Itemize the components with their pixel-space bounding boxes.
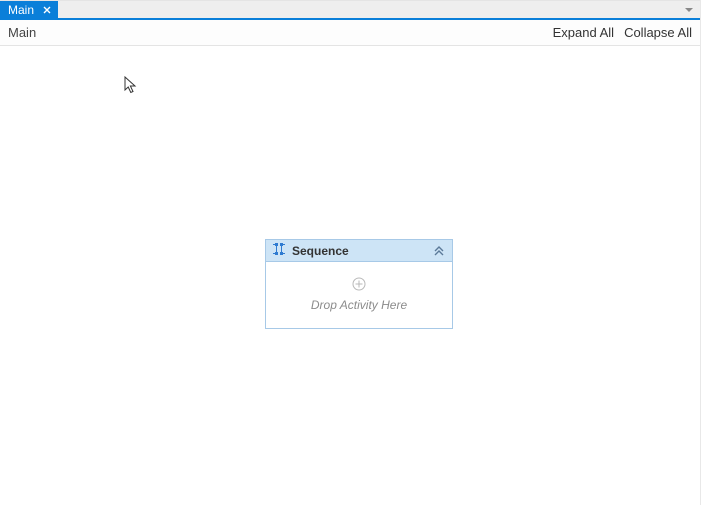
sequence-icon [272, 242, 286, 259]
tabstrip-menu-button[interactable] [682, 3, 696, 17]
designer-canvas[interactable]: Sequence Drop Activity Here [0, 46, 700, 505]
close-icon[interactable] [40, 3, 54, 17]
breadcrumb-root[interactable]: Main [8, 25, 36, 40]
collapse-all-button[interactable]: Collapse All [624, 25, 692, 40]
expand-all-button[interactable]: Expand All [553, 25, 614, 40]
plus-circle-icon[interactable] [351, 276, 367, 292]
sequence-activity-body[interactable]: Drop Activity Here [266, 262, 452, 328]
workflow-designer-window: Main Main Expand All Collapse All [0, 0, 701, 505]
sequence-activity-title: Sequence [292, 244, 426, 258]
sequence-activity[interactable]: Sequence Drop Activity Here [265, 239, 453, 329]
document-tabstrip: Main [0, 0, 700, 20]
tab-main[interactable]: Main [0, 1, 58, 18]
sequence-activity-header[interactable]: Sequence [266, 240, 452, 262]
tab-label: Main [8, 3, 34, 17]
breadcrumb-bar: Main Expand All Collapse All [0, 20, 700, 46]
chevron-up-double-icon[interactable] [432, 244, 446, 258]
mouse-cursor-icon [124, 76, 138, 99]
drop-activity-hint: Drop Activity Here [311, 298, 407, 312]
